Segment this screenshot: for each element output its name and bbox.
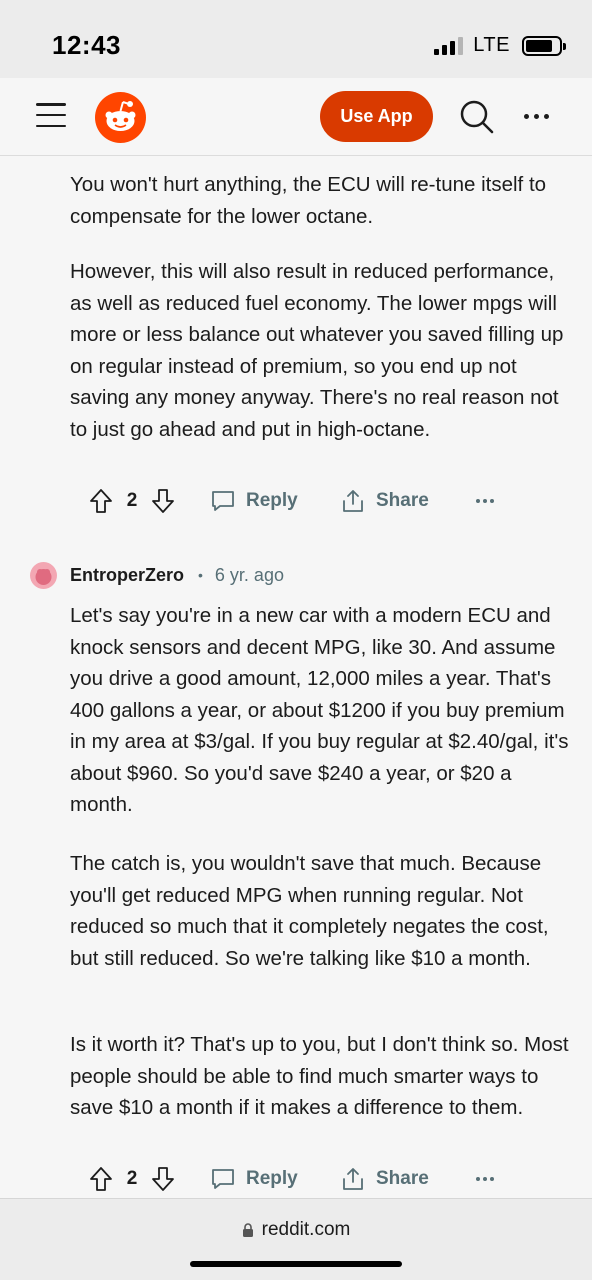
share-button[interactable]: Share bbox=[340, 488, 429, 514]
app-header: Use App bbox=[0, 78, 592, 156]
comment-paragraph: You won't hurt anything, the ECU will re… bbox=[70, 173, 547, 228]
battery-icon bbox=[522, 35, 566, 56]
reddit-logo[interactable] bbox=[95, 92, 146, 143]
reply-icon bbox=[212, 491, 234, 511]
share-label: Share bbox=[376, 1168, 429, 1189]
username[interactable]: EntroperZero bbox=[70, 565, 184, 586]
signal-icon bbox=[434, 36, 464, 55]
browser-bar: reddit.com bbox=[0, 1198, 592, 1280]
downvote-icon[interactable] bbox=[150, 1165, 176, 1193]
share-label: Share bbox=[376, 490, 429, 511]
share-button[interactable]: Share bbox=[340, 1166, 429, 1192]
comment-thread: You won't hurt anything, the ECU will re… bbox=[0, 156, 592, 1198]
reply-icon bbox=[212, 1169, 234, 1189]
upvote-icon[interactable] bbox=[88, 487, 114, 515]
upvote-icon[interactable] bbox=[88, 1165, 114, 1193]
comment-more-icon[interactable] bbox=[476, 483, 494, 519]
comment-more-icon[interactable] bbox=[476, 1161, 494, 1197]
comment-paragraph: The catch is, you wouldn't save that muc… bbox=[70, 852, 549, 970]
menu-icon[interactable] bbox=[36, 103, 66, 127]
avatar[interactable] bbox=[30, 561, 57, 589]
reply-button[interactable]: Reply bbox=[210, 489, 298, 513]
comment-actions: 2 Reply Share bbox=[88, 1161, 508, 1197]
comment-paragraph: However, this will also result in reduce… bbox=[70, 260, 564, 441]
meta-separator: • bbox=[198, 567, 203, 583]
more-icon[interactable] bbox=[524, 106, 558, 126]
lock-icon bbox=[242, 1222, 253, 1237]
address-bar[interactable]: reddit.com bbox=[0, 1219, 592, 1241]
home-indicator[interactable] bbox=[190, 1261, 402, 1267]
status-indicators: LTE bbox=[434, 34, 566, 57]
status-bar: 12:43 LTE bbox=[0, 0, 592, 78]
share-icon bbox=[343, 1168, 363, 1190]
status-time: 12:43 bbox=[52, 30, 121, 60]
reply-label: Reply bbox=[246, 490, 298, 511]
comment-paragraph: Let's say you're in a new car with a mod… bbox=[70, 604, 569, 816]
vote-count: 2 bbox=[126, 1168, 138, 1189]
use-app-button[interactable]: Use App bbox=[320, 91, 433, 142]
downvote-icon[interactable] bbox=[150, 487, 176, 515]
share-icon bbox=[343, 490, 363, 512]
network-label: LTE bbox=[473, 34, 510, 56]
vote-count: 2 bbox=[126, 490, 138, 511]
comment-actions: 2 Reply Share bbox=[88, 483, 508, 519]
search-icon[interactable] bbox=[458, 98, 496, 136]
reply-label: Reply bbox=[246, 1168, 298, 1189]
comment-header: EntroperZero • 6 yr. ago bbox=[30, 560, 284, 590]
reply-button[interactable]: Reply bbox=[210, 1167, 298, 1191]
comment-age: 6 yr. ago bbox=[214, 564, 284, 585]
comment-paragraph: Is it worth it? That's up to you, but I … bbox=[70, 1033, 569, 1119]
url-text: reddit.com bbox=[261, 1219, 351, 1240]
